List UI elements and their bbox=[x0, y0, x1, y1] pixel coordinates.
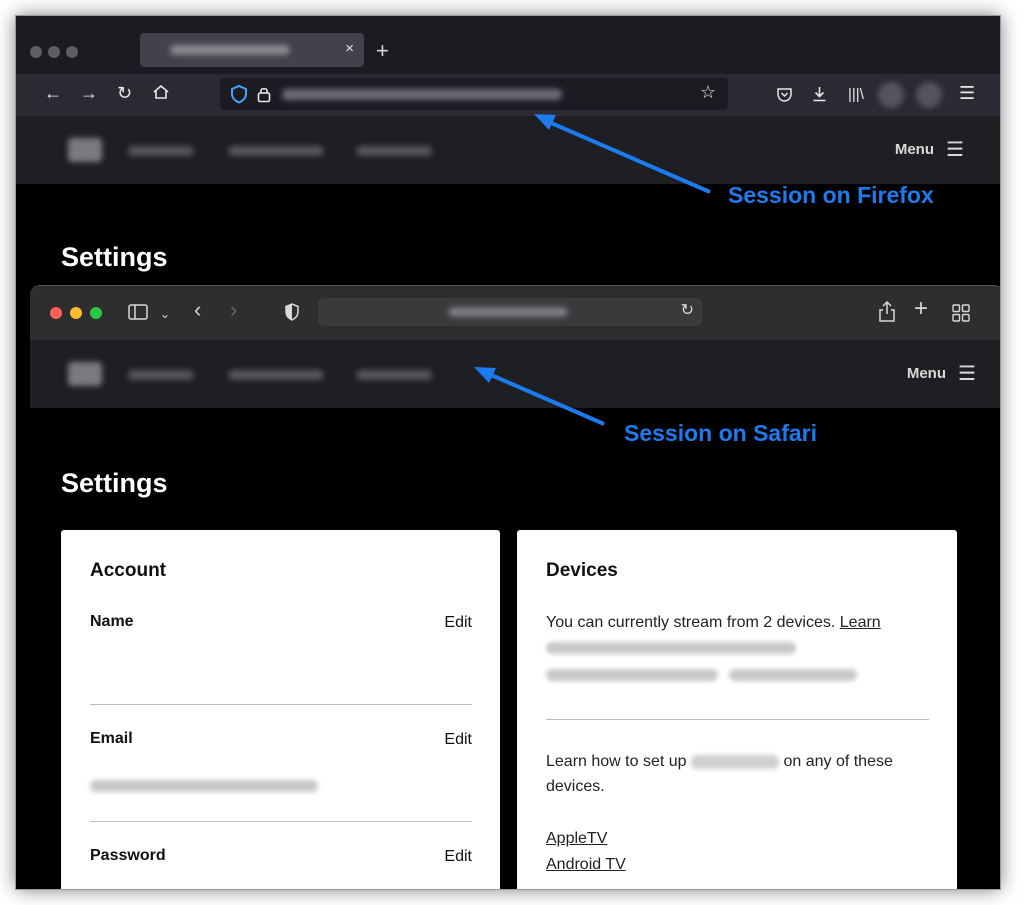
screenshot-frame: × + ← → ↻ ☆ |||\ ☰ Menu ☰ Settings ⌄ ‹ ›… bbox=[16, 16, 1000, 889]
firefox-arrow bbox=[534, 114, 711, 194]
firefox-session-annotation: Session on Firefox bbox=[728, 182, 934, 208]
safari-session-annotation: Session on Safari bbox=[624, 420, 818, 446]
safari-arrow bbox=[474, 367, 605, 426]
annotation-arrows bbox=[474, 114, 711, 426]
